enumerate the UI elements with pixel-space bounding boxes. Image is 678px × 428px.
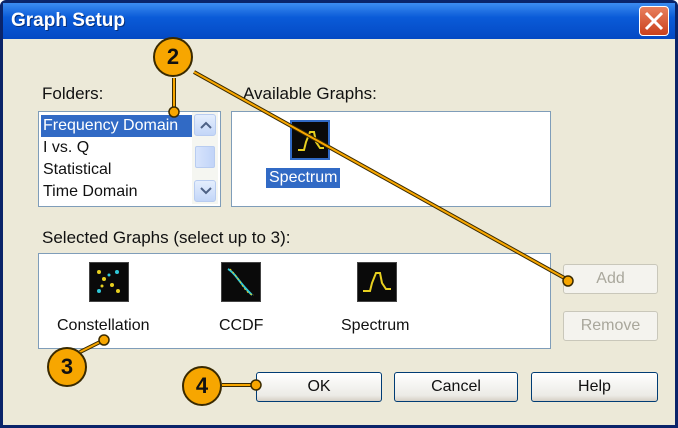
add-button[interactable]: Add — [563, 264, 658, 294]
ok-button[interactable]: OK — [256, 372, 382, 402]
spectrum-graph-icon — [290, 120, 330, 160]
available-graph-label: Spectrum — [266, 168, 341, 188]
available-graphs-label: Available Graphs: — [243, 84, 377, 103]
folder-item-time-domain[interactable]: Time Domain — [41, 181, 193, 203]
folder-item-statistical[interactable]: Statistical — [41, 159, 193, 181]
close-icon — [644, 11, 664, 31]
scroll-thumb[interactable] — [195, 146, 215, 168]
selected-graphs-listbox[interactable]: Constellation CCDF Spectrum — [38, 253, 551, 349]
folders-label: Folders: — [42, 84, 104, 103]
scroll-up-button[interactable] — [194, 114, 216, 136]
cancel-button[interactable]: Cancel — [394, 372, 518, 402]
selected-graphs-label: Selected Graphs (select up to 3): — [42, 228, 291, 247]
selected-graph-label: Constellation — [57, 317, 150, 334]
help-button[interactable]: Help — [531, 372, 658, 402]
chevron-up-icon — [200, 121, 212, 129]
folder-item-frequency-domain[interactable]: Frequency Domain — [41, 115, 193, 137]
selected-graph-label: CCDF — [219, 317, 264, 334]
close-button[interactable] — [639, 6, 669, 36]
selected-graph-label: Spectrum — [341, 317, 410, 334]
remove-button[interactable]: Remove — [563, 311, 658, 341]
constellation-graph-icon — [89, 262, 129, 302]
callout-4: 4 — [182, 366, 222, 406]
folder-item-i-vs-q[interactable]: I vs. Q — [41, 137, 193, 159]
folders-scrollbar[interactable] — [192, 112, 218, 204]
chevron-down-icon — [200, 187, 212, 195]
callout-3: 3 — [47, 347, 87, 387]
scroll-down-button[interactable] — [194, 180, 216, 202]
ccdf-graph-icon — [221, 262, 261, 302]
title-bar[interactable]: Graph Setup — [3, 3, 675, 39]
available-graphs-listbox[interactable]: Spectrum — [231, 111, 551, 207]
callout-2: 2 — [153, 37, 193, 77]
window-title: Graph Setup — [11, 10, 126, 31]
spectrum-graph-icon — [357, 262, 397, 302]
graph-setup-dialog: Graph Setup — [0, 0, 678, 428]
